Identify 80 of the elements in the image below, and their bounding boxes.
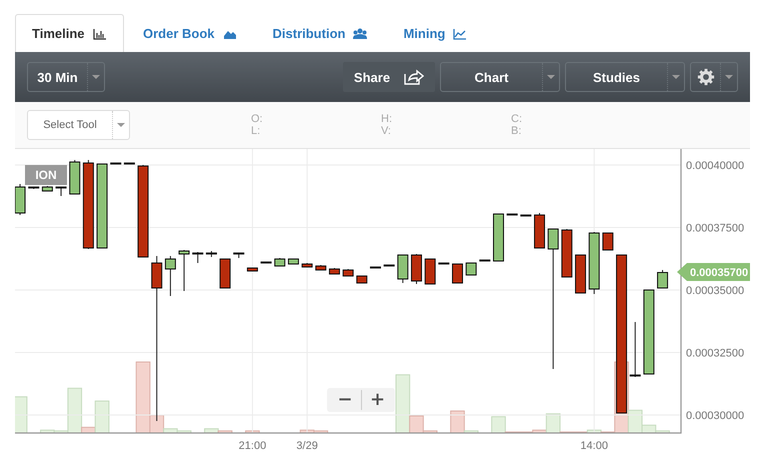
candlestick xyxy=(164,256,176,296)
candlestick xyxy=(370,266,381,268)
candlestick xyxy=(274,258,286,266)
candlestick xyxy=(397,254,408,284)
candlestick xyxy=(410,254,422,284)
price-axis-label: 0.00040000 xyxy=(686,160,744,172)
candlestick xyxy=(260,262,272,264)
ohlc-label: L: xyxy=(251,125,262,137)
candlestick xyxy=(561,228,572,278)
price-axis-label: 0.00032500 xyxy=(686,348,744,360)
candlestick xyxy=(479,260,490,262)
candlestick xyxy=(493,214,504,262)
candlestick xyxy=(356,276,368,284)
time-axis-label: 21:00 xyxy=(238,440,266,452)
settings-icon xyxy=(696,68,714,86)
candlestick xyxy=(602,232,614,250)
candlestick xyxy=(452,264,463,284)
candlestick xyxy=(657,270,668,288)
tab[interactable]: Mining xyxy=(386,14,484,52)
ohlc-label: H: xyxy=(381,113,393,125)
candlestick xyxy=(220,258,231,288)
tool-dropdown[interactable]: Select Tool xyxy=(27,110,130,140)
caret-icon xyxy=(672,75,680,79)
candlestick xyxy=(124,162,135,164)
candlestick xyxy=(506,214,518,216)
studies-dropdown[interactable]: Studies xyxy=(565,62,685,92)
chart-type-dropdown[interactable]: Chart xyxy=(440,62,560,92)
ohlc-label: B: xyxy=(511,125,522,137)
candlestick xyxy=(438,262,450,264)
bar-chart-icon xyxy=(92,28,107,40)
candlestick xyxy=(424,258,436,284)
interval-dropdown[interactable]: 30 Min xyxy=(27,62,105,92)
tab[interactable]: Distribution xyxy=(256,14,384,52)
ohlc-label: V: xyxy=(381,125,392,137)
candlestick xyxy=(384,264,395,266)
caret-icon xyxy=(547,75,555,79)
ohlc-label: O: xyxy=(251,113,264,125)
share-button[interactable]: Share xyxy=(343,62,435,92)
candlestick xyxy=(192,252,204,264)
candlestick xyxy=(302,262,313,268)
caret-icon xyxy=(92,75,100,79)
candlestick xyxy=(28,186,40,190)
candlestick xyxy=(575,254,586,294)
candlestick xyxy=(630,322,641,378)
zoom-out-button[interactable]: − xyxy=(329,390,361,410)
line-chart-icon xyxy=(453,28,468,40)
tab[interactable]: Order Book xyxy=(126,14,254,52)
candlestick xyxy=(42,186,53,192)
candlestick xyxy=(315,264,326,270)
candlestick xyxy=(246,268,258,272)
candlestick xyxy=(233,252,244,258)
volume-bar xyxy=(15,396,28,434)
candlestick xyxy=(342,268,354,276)
price-axis-label: 0.00037500 xyxy=(686,222,744,234)
candlestick xyxy=(466,262,477,276)
price-axis-label: 0.00035000 xyxy=(686,285,744,297)
caret-icon xyxy=(117,123,125,127)
settings-dropdown[interactable] xyxy=(690,62,738,92)
candlestick xyxy=(56,186,67,196)
candlestick xyxy=(178,250,190,292)
candlestick xyxy=(520,214,532,216)
candlestick xyxy=(69,160,80,194)
zoom-in-button[interactable]: + xyxy=(361,390,393,410)
time-axis-label: 3/29 xyxy=(296,440,318,452)
last-price-tag: 0.00035700 xyxy=(677,263,750,281)
price-axis-label: 0.00030000 xyxy=(686,410,744,422)
candlestick xyxy=(328,268,340,274)
candlestick xyxy=(15,184,26,216)
volume-bar xyxy=(245,430,260,434)
symbol-label: ION xyxy=(25,165,67,185)
caret-icon xyxy=(725,75,733,79)
candlestick xyxy=(110,162,122,164)
users-icon xyxy=(353,28,368,40)
candlestick xyxy=(534,212,546,248)
candlestick xyxy=(288,258,299,264)
tab[interactable]: Timeline xyxy=(15,14,124,52)
share-icon xyxy=(404,69,424,85)
candlestick xyxy=(588,232,600,294)
ohlc-label: C: xyxy=(511,113,523,125)
time-axis-label: 14:00 xyxy=(580,440,608,452)
